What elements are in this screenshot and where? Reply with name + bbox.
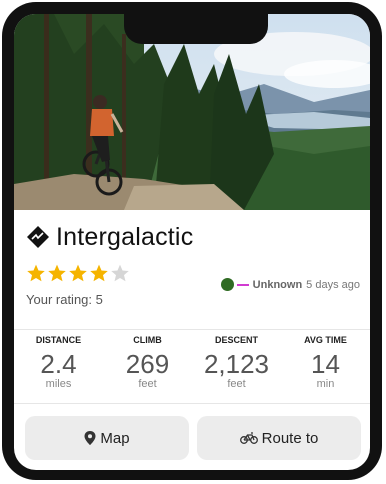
trail-stats: DISTANCE 2.4 miles CLIMB 269 feet DESCEN… <box>14 330 370 402</box>
map-button-label: Map <box>100 429 130 447</box>
rating-stars[interactable] <box>26 263 131 283</box>
stat-value: 2.4 <box>40 349 77 379</box>
status-dot-icon <box>220 278 234 291</box>
stat-avg-time: AVG TIME 14 min <box>281 330 370 402</box>
route-to-button-label: Route to <box>261 429 319 447</box>
star-icon[interactable] <box>47 263 67 283</box>
stat-unit: feet <box>227 378 246 390</box>
stat-descent: DESCENT 2,123 feet <box>192 330 281 402</box>
stat-label: DESCENT <box>214 335 258 345</box>
stat-label: CLIMB <box>133 335 162 345</box>
trail-card: Intergalactic Your rating: 5 Unknown 5 d… <box>14 14 370 470</box>
stat-label: AVG TIME <box>304 335 347 345</box>
status-line-icon <box>236 283 249 286</box>
stat-unit: min <box>316 378 335 390</box>
status-label: Unknown <box>252 278 303 291</box>
star-icon[interactable] <box>68 263 88 283</box>
star-icon[interactable] <box>26 263 46 283</box>
stat-label: DISTANCE <box>35 335 82 345</box>
divider <box>14 403 370 404</box>
route-to-button[interactable]: Route to <box>197 416 361 460</box>
trail-name: Intergalactic <box>56 222 194 251</box>
stat-unit: miles <box>45 378 72 390</box>
phone-notch <box>124 14 268 44</box>
status-time: 5 days ago <box>306 278 360 291</box>
your-rating-label: Your rating: 5 <box>26 292 103 307</box>
map-button[interactable]: Map <box>25 416 189 460</box>
action-buttons: Map Route to <box>25 416 361 460</box>
trail-title-row: Intergalactic <box>26 221 193 253</box>
stat-value: 2,123 <box>203 349 270 379</box>
star-icon[interactable] <box>89 263 109 283</box>
stat-distance: DISTANCE 2.4 miles <box>14 330 103 402</box>
stat-value: 14 <box>311 349 340 379</box>
phone-frame: Intergalactic Your rating: 5 Unknown 5 d… <box>2 2 382 480</box>
stat-unit: feet <box>138 378 157 390</box>
map-pin-icon <box>84 431 96 445</box>
trail-status: Unknown 5 days ago <box>220 278 360 291</box>
difficulty-diamond-icon <box>27 226 49 248</box>
bicycle-icon <box>239 432 258 444</box>
stat-value: 269 <box>125 349 170 379</box>
star-empty-icon[interactable] <box>110 263 130 283</box>
stat-climb: CLIMB 269 feet <box>103 330 192 402</box>
